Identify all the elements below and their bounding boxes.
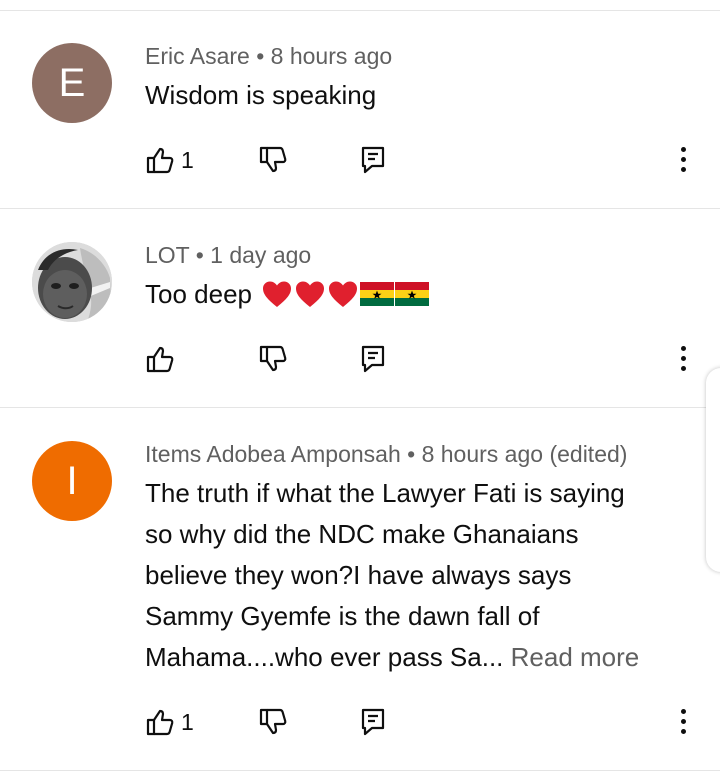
comment-text-line: so why did the NDC make Ghanaians: [145, 519, 579, 549]
red-heart-icon: [294, 279, 326, 309]
comment-meta: Eric Asare • 8 hours ago: [145, 43, 392, 70]
reply-button[interactable]: [360, 707, 386, 737]
comment-text: Wisdom is speaking: [145, 80, 377, 110]
comment-divider: [0, 407, 720, 408]
reply-button[interactable]: [360, 344, 386, 374]
more-vertical-icon[interactable]: [672, 708, 696, 736]
author-name[interactable]: LOT: [145, 242, 189, 268]
reply-icon: [360, 344, 386, 374]
comment-text: Too deep: [145, 274, 685, 315]
avatar[interactable]: [32, 242, 112, 322]
like-count: 1: [181, 708, 194, 735]
ghana-flag-icon: [360, 282, 394, 306]
comment-divider: [0, 770, 720, 771]
like-button[interactable]: 1: [145, 145, 194, 175]
comment-meta: Items Adobea Amponsah • 8 hours ago (edi…: [145, 441, 627, 468]
comment-text-line: Mahama....who ever pass Sa...: [145, 642, 504, 672]
reply-button[interactable]: [360, 145, 386, 175]
reply-icon: [360, 145, 386, 175]
like-button[interactable]: 1: [145, 707, 194, 737]
timestamp[interactable]: 8 hours ago: [422, 441, 543, 467]
more-vertical-icon[interactable]: [672, 345, 696, 373]
avatar[interactable]: E: [32, 43, 112, 123]
edited-label: (edited): [549, 441, 628, 467]
comment-text: The truth if what the Lawyer Fati is say…: [145, 473, 685, 678]
thumbs-down-icon: [258, 707, 288, 737]
like-button[interactable]: [145, 344, 175, 374]
thumbs-down-icon: [258, 344, 288, 374]
avatar[interactable]: I: [32, 441, 112, 521]
profile-photo: [32, 242, 112, 322]
top-divider: [0, 10, 720, 11]
thumbs-up-icon: [145, 707, 175, 737]
timestamp[interactable]: 8 hours ago: [271, 43, 392, 69]
red-heart-icon: [327, 279, 359, 309]
author-name[interactable]: Items Adobea Amponsah: [145, 441, 401, 467]
meta-separator: •: [249, 43, 271, 69]
scroll-handle[interactable]: [706, 368, 720, 572]
comment-text-line: The truth if what the Lawyer Fati is say…: [145, 478, 625, 508]
red-heart-icon: [261, 279, 293, 309]
comment-text-line-last: Mahama....who ever pass Sa... Read more: [145, 637, 685, 678]
more-vertical-icon[interactable]: [672, 146, 696, 174]
thumbs-up-icon: [145, 344, 175, 374]
meta-separator: •: [189, 242, 211, 268]
thumbs-down-icon: [258, 145, 288, 175]
meta-separator: •: [400, 441, 422, 467]
comment-divider: [0, 208, 720, 209]
dislike-button[interactable]: [258, 145, 288, 175]
thumbs-up-icon: [145, 145, 175, 175]
dislike-button[interactable]: [258, 707, 288, 737]
comment-meta: LOT • 1 day ago: [145, 242, 311, 269]
timestamp[interactable]: 1 day ago: [210, 242, 311, 268]
author-name[interactable]: Eric Asare: [145, 43, 250, 69]
like-count: 1: [181, 146, 194, 173]
comment-text-content: Too deep: [145, 279, 252, 309]
comment-text-line: believe they won?I have always says: [145, 560, 572, 590]
ghana-flag-icon: [395, 282, 429, 306]
read-more-link[interactable]: Read more: [511, 642, 640, 672]
reply-icon: [360, 707, 386, 737]
dislike-button[interactable]: [258, 344, 288, 374]
comment-text-line: Sammy Gyemfe is the dawn fall of: [145, 601, 540, 631]
